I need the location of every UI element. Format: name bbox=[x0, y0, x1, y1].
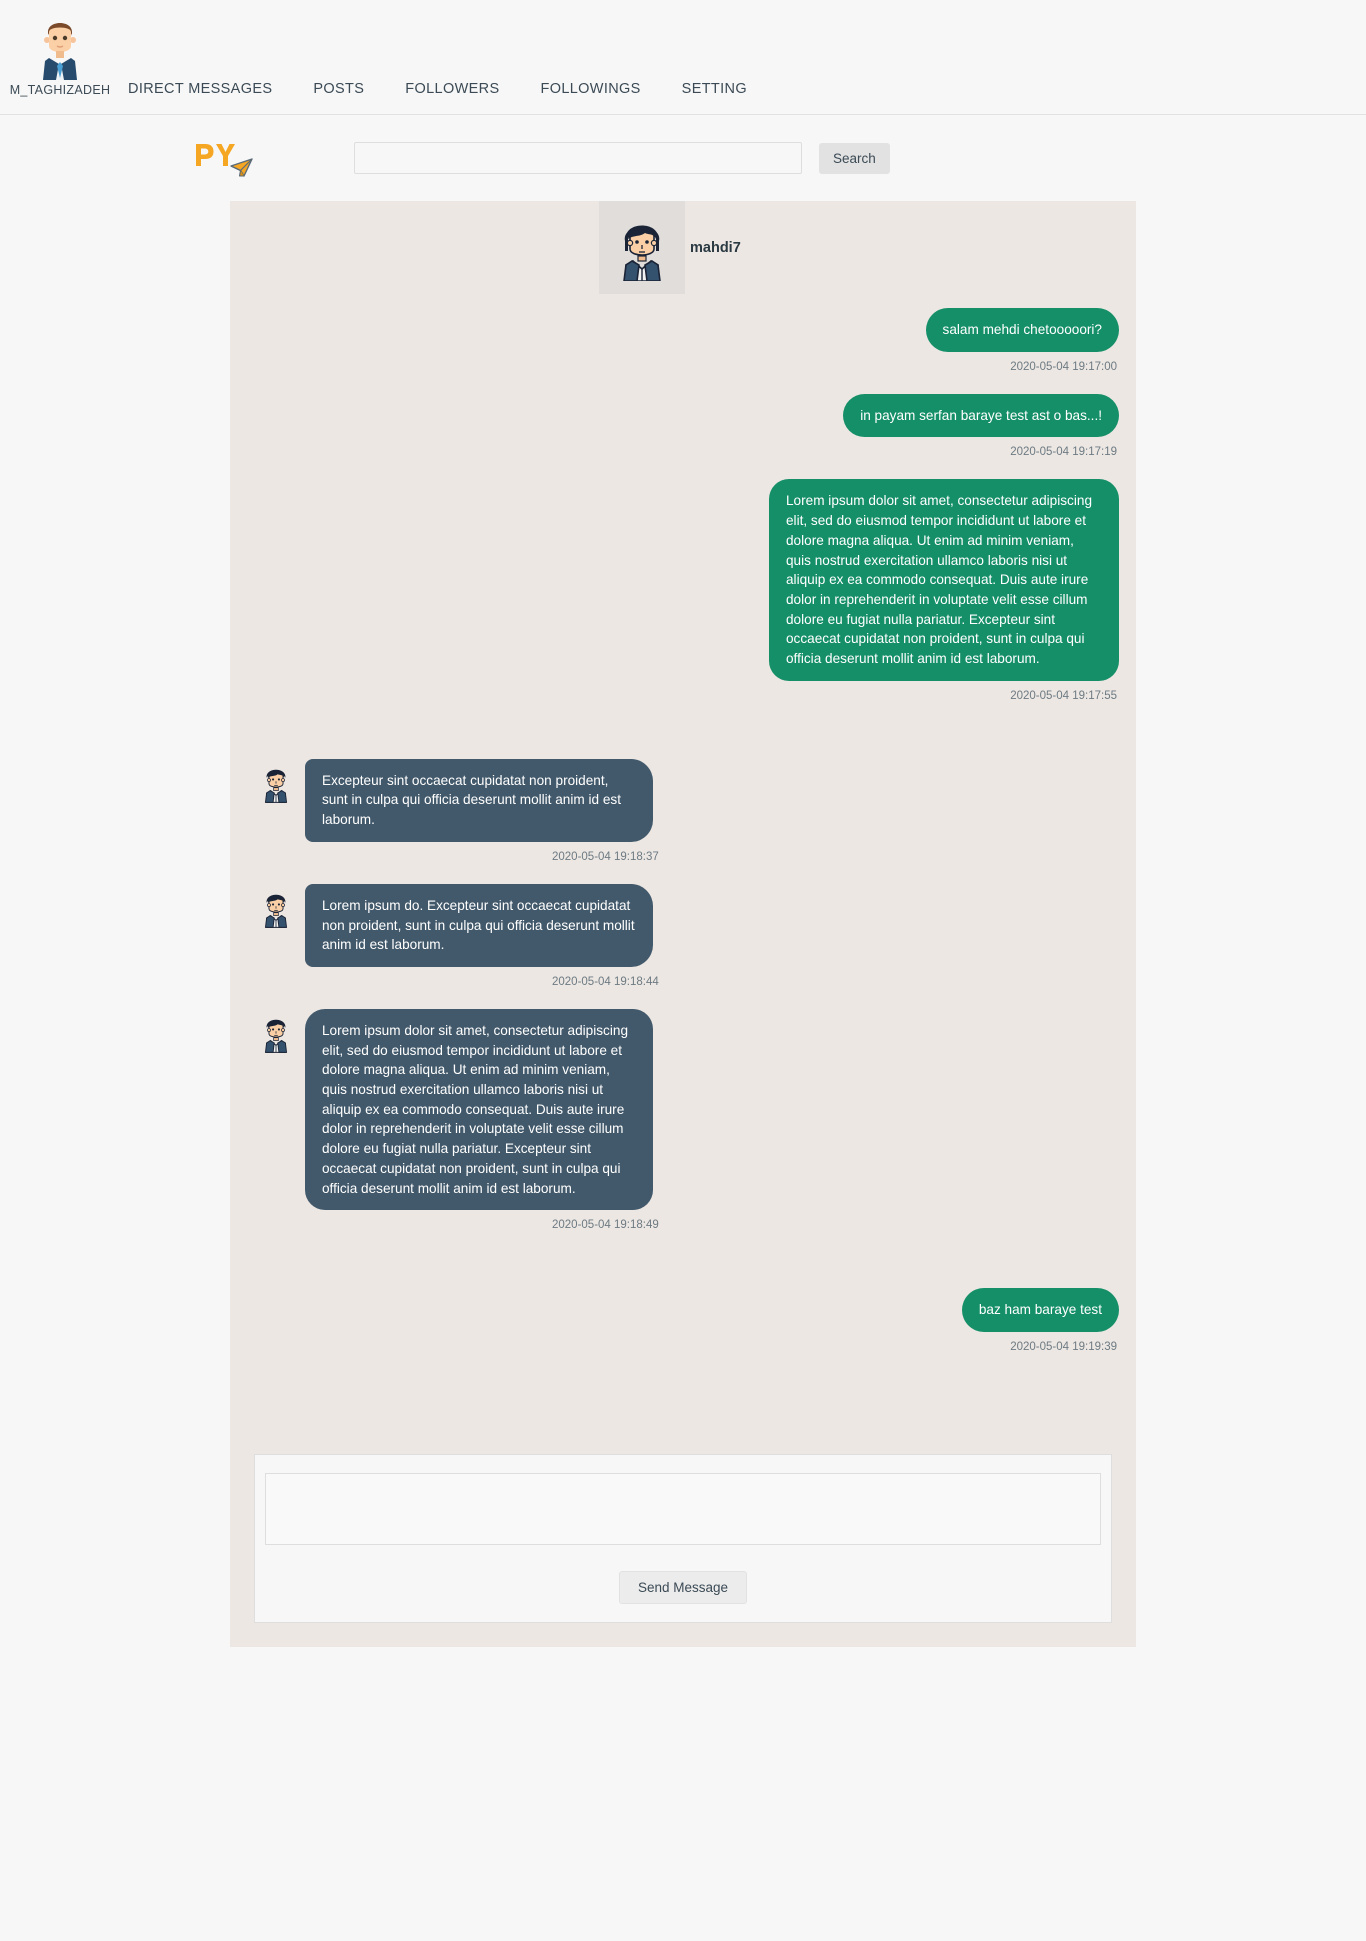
nav-link-posts[interactable]: POSTS bbox=[313, 81, 364, 97]
send-button-wrap: Send Message bbox=[265, 1570, 1101, 1604]
message-timestamp: 2020-05-04 19:17:55 bbox=[1010, 689, 1117, 702]
nav-link-followers[interactable]: FOLLOWERS bbox=[405, 81, 499, 97]
conversation-header: mahdi7 bbox=[230, 201, 1136, 294]
message-timestamp-row: 2020-05-04 19:19:39 bbox=[230, 1332, 1136, 1374]
message-row-outgoing: Lorem ipsum dolor sit amet, consectetur … bbox=[230, 479, 1136, 681]
message-timestamp-row: 2020-05-04 19:17:19 bbox=[230, 437, 1136, 479]
current-user-name: M_TAGHIZADEH bbox=[9, 83, 111, 97]
nav-inner: M_TAGHIZADEH DIRECT MESSAGES POSTS FOLLO… bbox=[0, 14, 1366, 114]
message-row-outgoing: in payam serfan baraye test ast o bas...… bbox=[230, 393, 1136, 438]
message-row-incoming: Lorem ipsum do. Excepteur sint occaecat … bbox=[230, 883, 1136, 967]
message-timestamp: 2020-05-04 19:18:49 bbox=[552, 1219, 659, 1232]
message-input[interactable] bbox=[265, 1472, 1101, 1545]
message-timestamp-row: 2020-05-04 19:18:44 bbox=[230, 967, 1136, 1009]
send-message-button[interactable]: Send Message bbox=[618, 1570, 748, 1604]
message-timestamp-row: 2020-05-04 19:17:00 bbox=[230, 352, 1136, 394]
message-timestamp-row: 2020-05-04 19:18:49 bbox=[230, 1210, 1136, 1252]
contact-avatar-icon bbox=[259, 884, 293, 932]
contact-avatar-icon[interactable] bbox=[599, 201, 685, 294]
message-bubble: baz ham baraye test bbox=[961, 1288, 1119, 1332]
conversation-peer-name: mahdi7 bbox=[690, 239, 741, 256]
message-timestamp: 2020-05-04 19:17:00 bbox=[1010, 360, 1117, 373]
nav-links: DIRECT MESSAGES POSTS FOLLOWERS FOLLOWIN… bbox=[128, 81, 747, 114]
message-timestamp: 2020-05-04 19:19:39 bbox=[1010, 1340, 1117, 1353]
message-bubble: Lorem ipsum dolor sit amet, consectetur … bbox=[769, 479, 1119, 681]
message-composer: Send Message bbox=[254, 1453, 1112, 1623]
contact-avatar-icon bbox=[259, 759, 293, 807]
conversation-panel: mahdi7 salam mehdi chetooooori? 2020-05-… bbox=[230, 201, 1136, 1647]
search-button[interactable]: Search bbox=[819, 142, 890, 174]
current-user-block[interactable]: M_TAGHIZADEH bbox=[10, 14, 110, 114]
user-avatar-icon bbox=[37, 14, 83, 80]
message-bubble: Lorem ipsum dolor sit amet, consectetur … bbox=[305, 1008, 653, 1211]
message-timestamp-row: 2020-05-04 19:17:55 bbox=[230, 681, 1136, 723]
message-timestamp: 2020-05-04 19:17:19 bbox=[1010, 446, 1117, 459]
nav-link-followings[interactable]: FOLLOWINGS bbox=[540, 81, 640, 97]
nav-link-setting[interactable]: SETTING bbox=[682, 81, 747, 97]
contact-avatar-icon bbox=[259, 1009, 293, 1057]
top-navigation-bar: M_TAGHIZADEH DIRECT MESSAGES POSTS FOLLO… bbox=[0, 0, 1366, 115]
message-row-outgoing: salam mehdi chetooooori? bbox=[230, 308, 1136, 352]
site-logo[interactable] bbox=[190, 136, 254, 180]
message-bubble: Excepteur sint occaecat cupidatat non pr… bbox=[305, 758, 653, 842]
message-bubble: salam mehdi chetooooori? bbox=[925, 308, 1119, 352]
message-timestamp: 2020-05-04 19:18:44 bbox=[552, 975, 659, 988]
search-input[interactable] bbox=[354, 142, 802, 174]
message-row-incoming: Lorem ipsum dolor sit amet, consectetur … bbox=[230, 1008, 1136, 1211]
message-bubble: Lorem ipsum do. Excepteur sint occaecat … bbox=[305, 883, 653, 967]
messages-list: salam mehdi chetooooori? 2020-05-04 19:1… bbox=[230, 294, 1136, 1374]
message-timestamp-row: 2020-05-04 19:18:37 bbox=[230, 842, 1136, 884]
message-timestamp: 2020-05-04 19:18:37 bbox=[552, 850, 659, 863]
message-row-outgoing: baz ham baraye test bbox=[230, 1288, 1136, 1332]
search-row: Search bbox=[0, 115, 1366, 201]
message-bubble: in payam serfan baraye test ast o bas...… bbox=[843, 393, 1119, 438]
nav-link-direct-messages[interactable]: DIRECT MESSAGES bbox=[128, 81, 272, 97]
message-row-incoming: Excepteur sint occaecat cupidatat non pr… bbox=[230, 758, 1136, 842]
